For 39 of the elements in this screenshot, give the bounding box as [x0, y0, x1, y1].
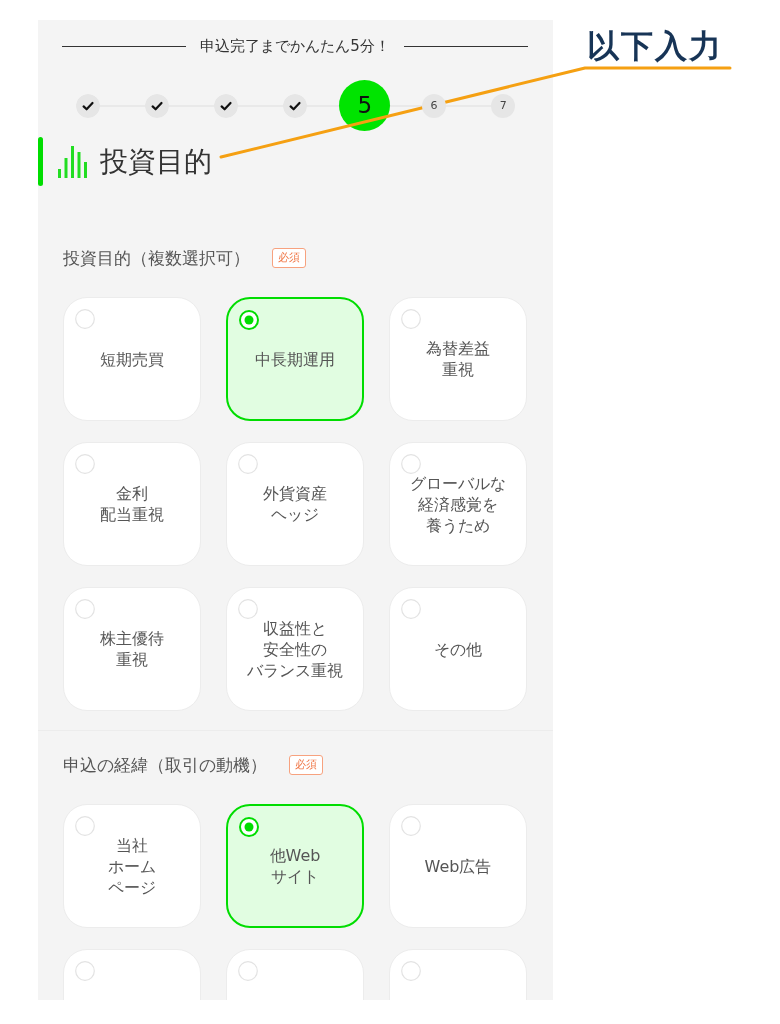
- radio-icon[interactable]: [75, 961, 95, 981]
- radio-icon[interactable]: [401, 599, 421, 619]
- option-card[interactable]: その他: [389, 587, 527, 711]
- radio-icon[interactable]: [401, 816, 421, 836]
- page-title: 投資目的: [100, 143, 212, 180]
- option-card[interactable]: 収益性と 安全性の バランス重視: [226, 587, 364, 711]
- radio-icon[interactable]: [401, 961, 421, 981]
- question-label: 投資目的（複数選択可）: [63, 247, 250, 270]
- question-label: 申込の経緯（取引の動機）: [63, 754, 267, 777]
- option-card[interactable]: 短期売買: [63, 297, 201, 421]
- option-card[interactable]: 株主優待 重視: [63, 587, 201, 711]
- progress-caption: 申込完了までかんたん5分！: [200, 36, 390, 56]
- option-card[interactable]: 当社 ホーム ページ: [63, 804, 201, 928]
- annotation-label: 以下入力: [587, 26, 723, 66]
- option-card[interactable]: 中長期運用: [226, 297, 364, 421]
- radio-icon[interactable]: [401, 454, 421, 474]
- radio-icon[interactable]: [239, 817, 259, 837]
- step-number: 7: [491, 93, 516, 118]
- option-card[interactable]: 金利 配当重視: [63, 442, 201, 566]
- radio-icon[interactable]: [75, 454, 95, 474]
- bar-chart-icon: [57, 145, 89, 178]
- accent-bar: [38, 137, 43, 186]
- required-badge: 必須: [289, 755, 323, 775]
- radio-icon[interactable]: [238, 961, 258, 981]
- option-card[interactable]: Web広告: [389, 804, 527, 928]
- option-card[interactable]: グローバルな 経済感覚を 養うため: [389, 442, 527, 566]
- radio-icon[interactable]: [75, 599, 95, 619]
- option-card[interactable]: 他Web サイト: [226, 804, 364, 928]
- radio-icon[interactable]: [239, 310, 259, 330]
- radio-icon[interactable]: [238, 454, 258, 474]
- option-card[interactable]: 外貨資産 ヘッジ: [226, 442, 364, 566]
- radio-icon[interactable]: [75, 309, 95, 329]
- radio-icon[interactable]: [401, 309, 421, 329]
- current-step: 5: [339, 80, 391, 131]
- required-badge: 必須: [272, 248, 306, 268]
- radio-icon[interactable]: [238, 599, 258, 619]
- option-card[interactable]: 為替差益 重視: [389, 297, 527, 421]
- radio-icon[interactable]: [75, 816, 95, 836]
- step-number: 6: [422, 93, 447, 118]
